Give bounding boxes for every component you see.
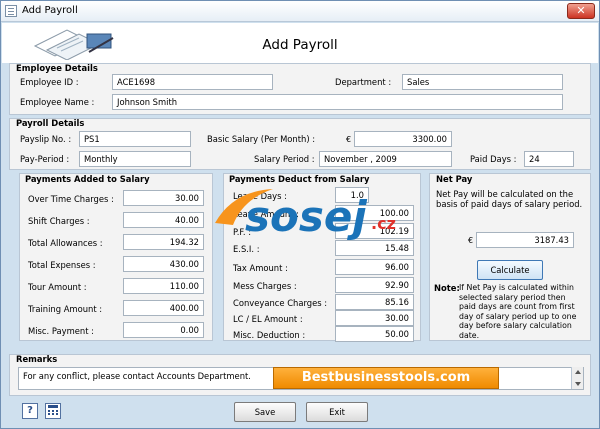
added-label: Tour Amount : [28, 282, 87, 292]
calculator-glyph-icon [48, 405, 58, 415]
payslip-label: Payslip No. : [20, 134, 72, 144]
added-label: Total Allowances : [28, 238, 103, 248]
added-value[interactable]: 430.00 [123, 256, 204, 272]
paid-days-label: Paid Days : [470, 154, 517, 164]
help-icon[interactable]: ? [22, 403, 38, 419]
employee-name-field[interactable]: Johnson Smith [112, 94, 563, 110]
employee-name-label: Employee Name : [20, 97, 95, 107]
deduct-label: Mess Charges : [233, 281, 297, 291]
calculator-icon[interactable] [45, 403, 61, 419]
note-label: Note: [434, 283, 460, 293]
remarks-scrollbar[interactable] [571, 367, 583, 389]
added-value[interactable]: 40.00 [123, 212, 204, 228]
added-label: Shift Charges : [28, 216, 90, 226]
deduct-label: Tax Amount : [233, 263, 288, 273]
deduct-value[interactable]: 92.90 [335, 277, 414, 293]
added-value[interactable]: 110.00 [123, 278, 204, 294]
added-label: Total Expenses : [28, 260, 96, 270]
header: Add Payroll [2, 23, 598, 63]
app-icon [5, 5, 17, 17]
note-text: If Net Pay is calculated within selected… [459, 283, 577, 340]
deduct-label: Leave Days : [233, 191, 287, 201]
pay-period-label: Pay-Period : [20, 154, 70, 164]
window-title: Add Payroll [22, 5, 78, 16]
deduct-value[interactable]: 102.19 [335, 223, 414, 239]
department-field[interactable]: Sales [402, 74, 563, 90]
net-pay-title: Net Pay [436, 174, 473, 184]
basic-currency-symbol: € [346, 135, 352, 144]
net-pay-currency-symbol: € [468, 236, 474, 245]
remarks-title: Remarks [16, 354, 58, 364]
added-value[interactable]: 0.00 [123, 322, 204, 338]
added-value[interactable]: 30.00 [123, 190, 204, 206]
payments-deduct-title: Payments Deduct from Salary [229, 174, 370, 184]
promo-banner[interactable]: Bestbusinesstools.com [273, 367, 499, 389]
deduct-value[interactable]: 30.00 [335, 310, 414, 326]
deduct-value[interactable]: 85.16 [335, 294, 414, 310]
save-button[interactable]: Save [234, 402, 296, 422]
exit-button[interactable]: Exit [306, 402, 368, 422]
paid-days-field[interactable]: 24 [524, 151, 574, 167]
salary-period-label: Salary Period : [254, 154, 315, 164]
deduct-label: E.S.I. : [233, 244, 260, 254]
close-button[interactable]: ✕ [567, 3, 595, 19]
deduct-label: LC / EL Amount : [233, 314, 303, 324]
payments-added-title: Payments Added to Salary [25, 174, 150, 184]
employee-id-field[interactable]: ACE1698 [112, 74, 273, 90]
payslip-field[interactable]: PS1 [79, 131, 191, 147]
deduct-label: Leave Amount : [233, 209, 299, 219]
employee-details-title: Employee Details [16, 63, 98, 73]
salary-period-field[interactable]: November , 2009 [319, 151, 452, 167]
deduct-label: Conveyance Charges : [233, 298, 328, 308]
basic-salary-field[interactable]: 3300.00 [354, 131, 452, 147]
added-value[interactable]: 194.32 [123, 234, 204, 250]
payroll-window: Add Payroll ✕ Add Payroll Employee Detai… [0, 0, 600, 429]
deduct-value[interactable]: 96.00 [335, 259, 414, 275]
deduct-value[interactable]: 50.00 [335, 326, 414, 342]
deduct-value[interactable]: 1.0 [335, 187, 369, 203]
calculate-button[interactable]: Calculate [477, 260, 543, 280]
added-label: Misc. Payment : [28, 326, 94, 336]
payroll-details-title: Payroll Details [16, 118, 85, 128]
deduct-label: Misc. Deduction : [233, 330, 306, 340]
net-pay-description: Net Pay will be calculated on the basis … [436, 189, 583, 209]
deduct-value[interactable]: 15.48 [335, 240, 414, 256]
pay-period-field[interactable]: Monthly [79, 151, 191, 167]
deduct-label: P.F. : [233, 227, 252, 237]
added-label: Training Amount : [28, 304, 103, 314]
page-title: Add Payroll [262, 37, 338, 53]
net-pay-field[interactable]: 3187.43 [476, 232, 574, 248]
added-value[interactable]: 400.00 [123, 300, 204, 316]
deduct-value[interactable]: 100.00 [335, 205, 414, 221]
title-bar: Add Payroll ✕ [1, 1, 599, 22]
employee-id-label: Employee ID : [20, 77, 79, 87]
added-label: Over Time Charges : [28, 194, 114, 204]
department-label: Department : [335, 77, 392, 87]
basic-salary-label: Basic Salary (Per Month) : [207, 134, 316, 144]
